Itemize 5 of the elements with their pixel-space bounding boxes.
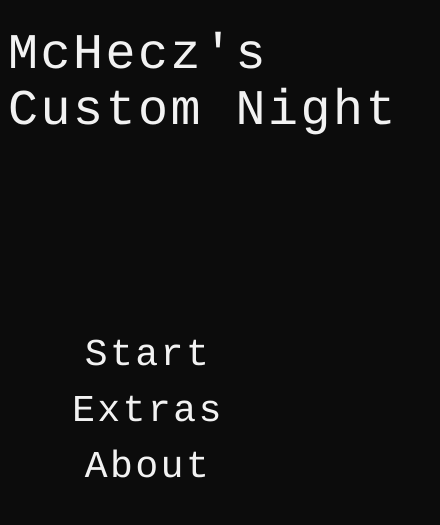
menu-item[interactable]: Extras xyxy=(72,384,224,440)
menu-item[interactable]: About xyxy=(84,440,212,496)
game-title: McHecz's xyxy=(8,28,268,84)
menu-item[interactable]: Start xyxy=(84,328,212,384)
game-title: Custom Night xyxy=(8,84,398,140)
